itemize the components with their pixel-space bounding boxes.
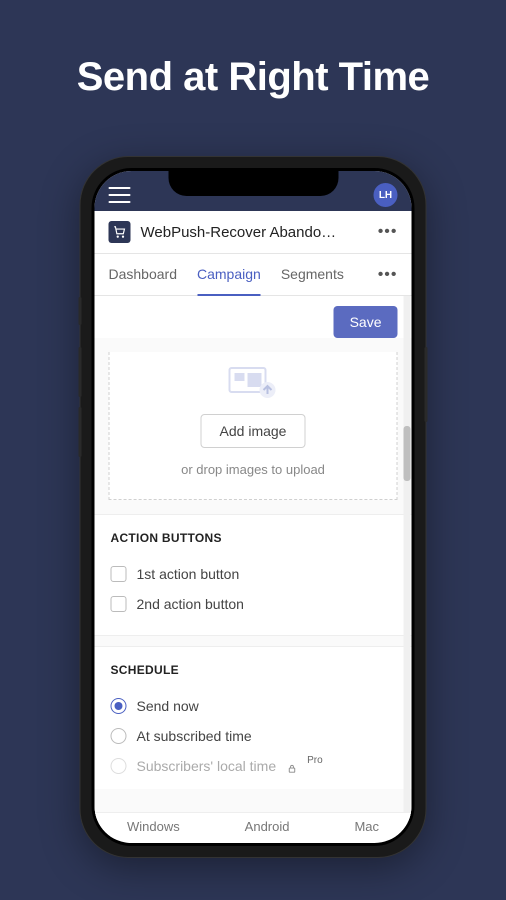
content-area: Save Add image or drop images to uploa (95, 296, 412, 840)
platform-tab-android[interactable]: Android (245, 819, 290, 834)
schedule-title: SCHEDULE (111, 663, 396, 677)
app-title-row: WebPush-Recover Abando… ••• (95, 211, 412, 254)
radio-icon (111, 758, 127, 774)
checkbox-2nd-action[interactable]: 2nd action button (111, 589, 396, 619)
scrollbar-thumb[interactable] (404, 426, 411, 481)
more-options-icon[interactable]: ••• (378, 223, 398, 241)
radio-send-now[interactable]: Send now (111, 691, 396, 721)
tab-segments[interactable]: Segments (281, 254, 344, 296)
cart-icon (109, 221, 131, 243)
marketing-headline: Send at Right Time (0, 0, 506, 100)
drop-hint-text: or drop images to upload (120, 462, 387, 477)
radio-icon[interactable] (111, 728, 127, 744)
hamburger-menu-icon[interactable] (109, 187, 131, 203)
radio-label: Subscribers' local time (137, 758, 277, 774)
user-avatar[interactable]: LH (374, 183, 398, 207)
lock-icon (286, 761, 297, 772)
checkbox-label: 2nd action button (137, 596, 244, 612)
screen: LH WebPush-Recover Abando… ••• Dashboard… (95, 171, 412, 843)
radio-subscribers-local-time: Subscribers' local time Pro (111, 751, 396, 781)
checkbox-icon[interactable] (111, 596, 127, 612)
radio-label: At subscribed time (137, 728, 252, 744)
checkbox-label: 1st action button (137, 566, 240, 582)
platform-tab-mac[interactable]: Mac (354, 819, 379, 834)
action-buttons-section: ACTION BUTTONS 1st action button 2nd act… (95, 514, 412, 636)
phone-notch (168, 168, 338, 196)
tab-campaign[interactable]: Campaign (197, 254, 261, 296)
schedule-section: SCHEDULE Send now At subscribed time Sub… (95, 646, 412, 789)
phone-frame: LH WebPush-Recover Abando… ••• Dashboard… (81, 157, 426, 857)
toolbar: Save (95, 296, 412, 338)
scrollbar-track[interactable] (404, 296, 411, 840)
phone-silence-switch (79, 297, 82, 325)
app-title: WebPush-Recover Abando… (141, 224, 368, 241)
add-image-button[interactable]: Add image (201, 414, 306, 448)
image-placeholder-icon (223, 362, 283, 402)
checkbox-1st-action[interactable]: 1st action button (111, 559, 396, 589)
tab-bar: Dashboard Campaign Segments ••• (95, 254, 412, 296)
phone-power-button (425, 347, 428, 422)
phone-volume-up (79, 347, 82, 397)
checkbox-icon[interactable] (111, 566, 127, 582)
action-buttons-title: ACTION BUTTONS (111, 531, 396, 545)
platform-tabs: Windows Android Mac (95, 812, 412, 840)
radio-icon[interactable] (111, 698, 127, 714)
save-button[interactable]: Save (334, 306, 398, 338)
tab-dashboard[interactable]: Dashboard (109, 254, 178, 296)
phone-volume-down (79, 407, 82, 457)
pro-badge: Pro (307, 755, 323, 766)
image-upload-dropzone[interactable]: Add image or drop images to upload (109, 352, 398, 500)
platform-tab-windows[interactable]: Windows (127, 819, 180, 834)
more-tabs-icon[interactable]: ••• (378, 266, 398, 284)
radio-label: Send now (137, 698, 199, 714)
radio-subscribed-time[interactable]: At subscribed time (111, 721, 396, 751)
